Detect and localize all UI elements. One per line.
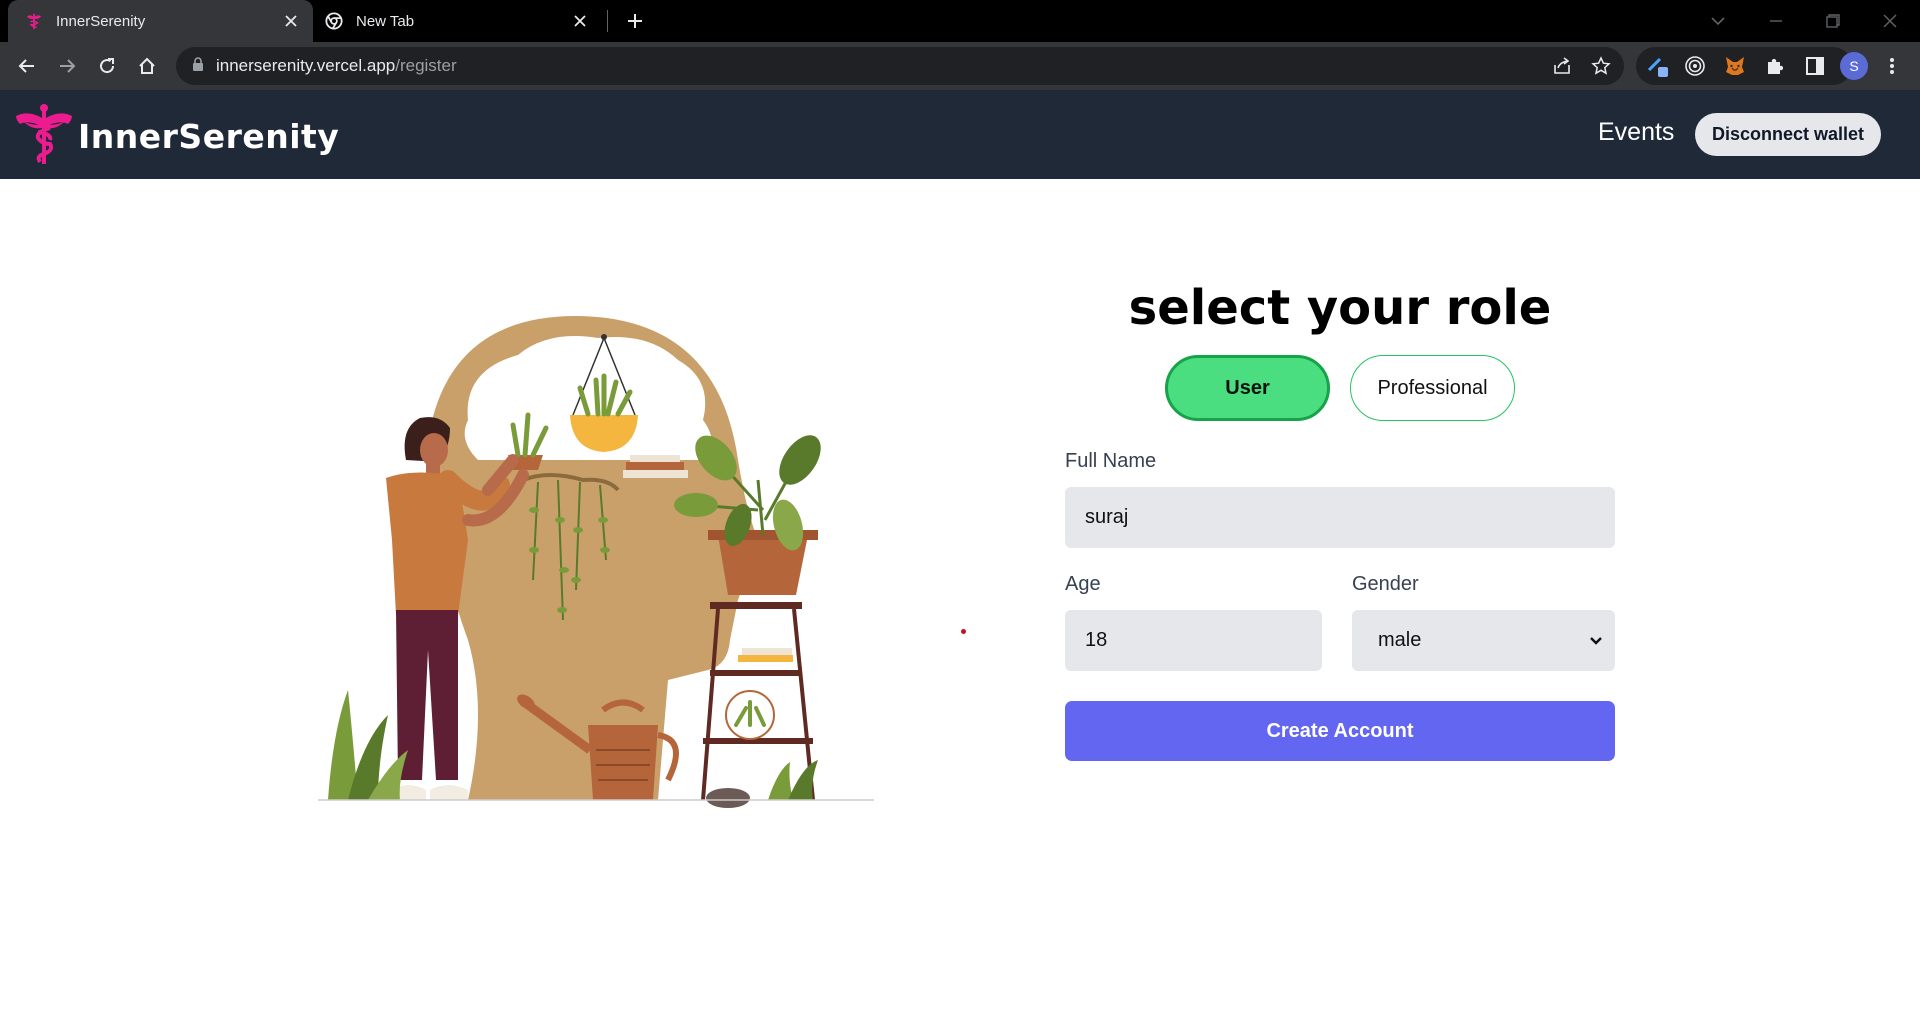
stray-dot — [961, 629, 966, 634]
target-extension-icon[interactable] — [1684, 55, 1706, 82]
share-icon[interactable] — [1552, 57, 1572, 80]
tab-new-tab[interactable]: New Tab — [318, 0, 602, 42]
lock-icon — [192, 56, 204, 76]
tab-divider — [607, 10, 608, 32]
metamask-fox-icon[interactable] — [1724, 55, 1746, 82]
close-tab-icon[interactable] — [570, 11, 590, 31]
caduceus-logo-icon — [14, 102, 74, 171]
url-text: innerserenity.vercel.app/register — [216, 56, 457, 76]
age-input[interactable] — [1065, 610, 1322, 671]
translate-extension-icon[interactable] — [1646, 54, 1670, 83]
back-arrow-icon[interactable] — [11, 50, 43, 82]
chevron-down-icon — [1589, 629, 1603, 652]
puzzle-extensions-icon[interactable] — [1764, 55, 1786, 82]
url-host: innerserenity.vercel.app — [216, 56, 396, 75]
brand-home-link[interactable]: InnerSerenity — [14, 102, 339, 171]
profile-avatar[interactable]: S — [1840, 52, 1868, 80]
nav-events-link[interactable]: Events — [1598, 118, 1674, 147]
gender-selected-value: male — [1378, 629, 1422, 651]
close-window-icon[interactable] — [1862, 0, 1918, 42]
full-name-label: Full Name — [1065, 450, 1157, 472]
chrome-icon — [324, 11, 344, 31]
restore-icon[interactable] — [1805, 0, 1861, 42]
role-professional-button[interactable]: Professional — [1350, 355, 1515, 421]
browser-toolbar: innerserenity.vercel.app/register S — [0, 42, 1920, 90]
tab-innerserenity[interactable]: InnerSerenity — [8, 0, 313, 42]
reload-icon[interactable] — [91, 50, 123, 82]
disconnect-wallet-button[interactable]: Disconnect wallet — [1695, 113, 1881, 156]
close-tab-icon[interactable] — [281, 11, 301, 31]
create-account-button[interactable]: Create Account — [1065, 701, 1615, 761]
address-bar[interactable]: innerserenity.vercel.app/register — [176, 47, 1624, 85]
side-panel-icon[interactable] — [1804, 55, 1826, 82]
browser-tabstrip: InnerSerenity New Tab — [0, 0, 1920, 42]
url-path: /register — [395, 56, 457, 75]
minimize-icon[interactable] — [1748, 0, 1804, 42]
home-icon[interactable] — [131, 50, 163, 82]
new-tab-plus-icon[interactable] — [621, 7, 649, 35]
kebab-menu-icon[interactable] — [1876, 50, 1908, 82]
tab-title: New Tab — [356, 12, 415, 30]
gender-select[interactable]: male — [1352, 610, 1615, 671]
forward-arrow-icon[interactable] — [51, 50, 83, 82]
tab-title: InnerSerenity — [56, 12, 146, 30]
age-label: Age — [1065, 573, 1101, 595]
caduceus-icon — [24, 11, 44, 31]
role-user-button[interactable]: User — [1165, 355, 1330, 421]
full-name-input[interactable] — [1065, 487, 1615, 548]
mental-wellness-illustration — [318, 310, 878, 810]
bookmark-star-icon[interactable] — [1591, 56, 1611, 81]
gender-label: Gender — [1352, 573, 1419, 595]
role-heading: select your role — [1128, 280, 1552, 336]
app-navbar: InnerSerenity Events Disconnect wallet — [0, 90, 1920, 179]
tab-search-chevron-icon[interactable] — [1690, 0, 1746, 42]
extensions-group — [1636, 47, 1852, 85]
brand-name: InnerSerenity — [78, 117, 340, 156]
